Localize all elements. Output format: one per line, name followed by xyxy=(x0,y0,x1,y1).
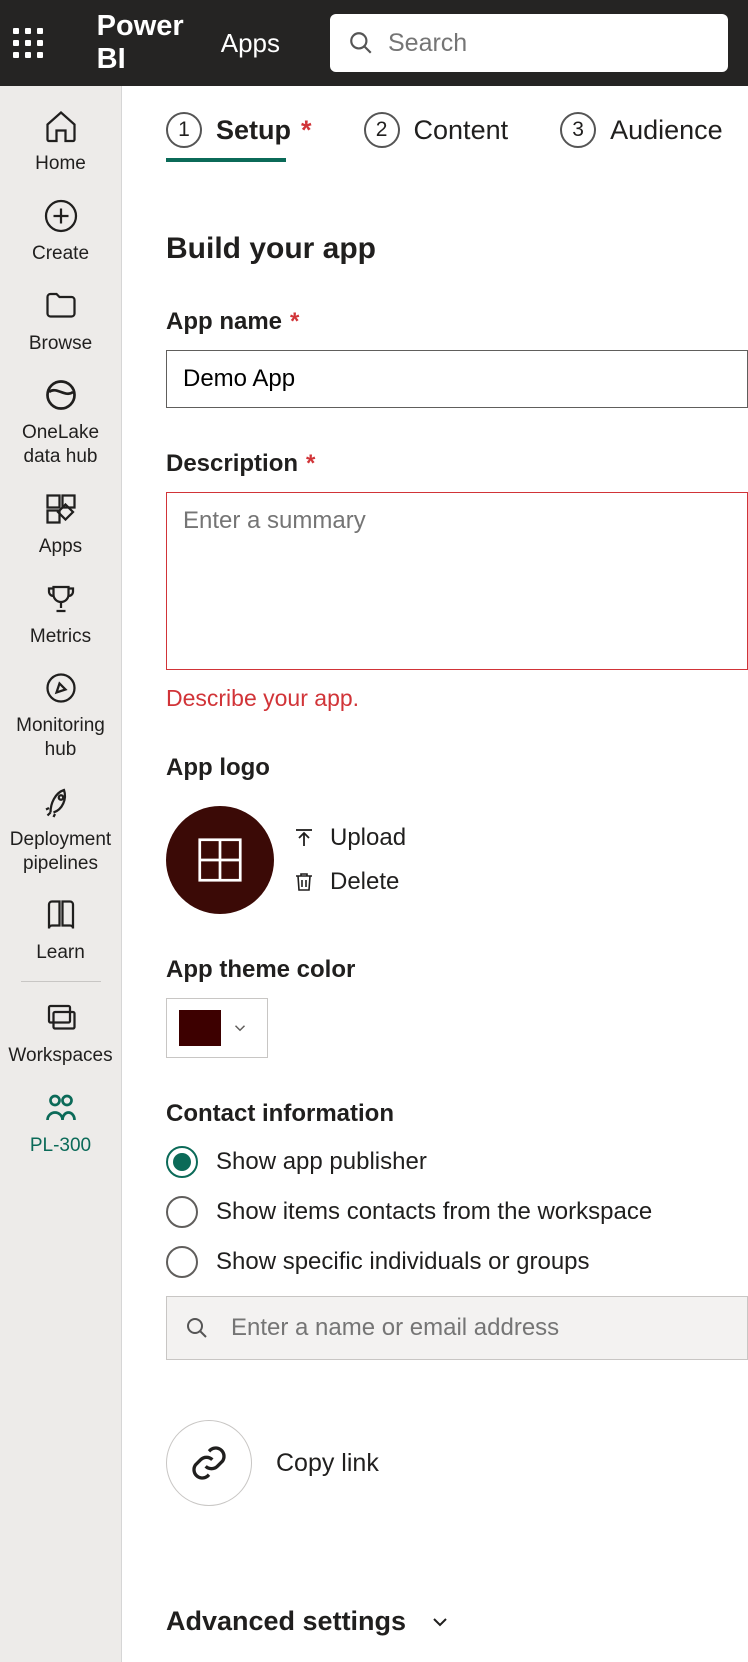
step-audience[interactable]: 3 Audience xyxy=(560,112,723,148)
radio-input[interactable] xyxy=(166,1196,198,1228)
upload-logo-button[interactable]: Upload xyxy=(292,824,406,852)
search-icon xyxy=(185,1316,209,1340)
people-input-field[interactable] xyxy=(231,1314,729,1342)
logo-placeholder-icon xyxy=(193,833,247,887)
delete-logo-button[interactable]: Delete xyxy=(292,868,406,896)
search-input[interactable] xyxy=(388,29,710,58)
contact-radio-publisher[interactable]: Show app publisher xyxy=(166,1146,748,1178)
book-icon xyxy=(43,897,79,933)
nav-separator xyxy=(21,981,101,982)
active-step-underline xyxy=(166,158,286,162)
contact-radio-workspace[interactable]: Show items contacts from the workspace xyxy=(166,1196,748,1228)
step-content[interactable]: 2 Content xyxy=(364,112,509,148)
nav-browse[interactable]: Browse xyxy=(0,276,121,366)
apps-icon xyxy=(43,491,79,527)
people-icon xyxy=(43,1090,79,1126)
app-launcher-icon[interactable] xyxy=(12,21,45,65)
upload-icon xyxy=(292,826,316,850)
step-number: 1 xyxy=(166,112,202,148)
description-label: Description * xyxy=(166,450,748,478)
rocket-icon xyxy=(43,784,79,820)
step-number: 2 xyxy=(364,112,400,148)
topbar: Power BI Apps xyxy=(0,0,748,86)
theme-color-picker[interactable] xyxy=(166,998,268,1058)
chevron-down-icon xyxy=(428,1610,452,1634)
theme-color-label: App theme color xyxy=(166,956,748,984)
left-nav: Home Create Browse OneLake data hub Apps… xyxy=(0,86,122,1662)
workspaces-icon xyxy=(43,1000,79,1036)
contact-label: Contact information xyxy=(166,1100,748,1128)
advanced-settings-toggle[interactable]: Advanced settings xyxy=(166,1606,748,1637)
search-icon xyxy=(348,30,374,56)
brand-label: Power BI xyxy=(97,10,189,76)
main-content: 1 Setup* 2 Content 3 Audience Build your… xyxy=(122,86,748,1662)
nav-workspace-pl300[interactable]: PL-300 xyxy=(0,1078,121,1168)
app-logo-label: App logo xyxy=(166,754,748,782)
page-title: Build your app xyxy=(166,232,748,266)
nav-onelake[interactable]: OneLake data hub xyxy=(0,365,121,479)
globe-icon xyxy=(43,377,79,413)
nav-deployment[interactable]: Deployment pipelines xyxy=(0,772,121,886)
nav-monitoring[interactable]: Monitoring hub xyxy=(0,658,121,772)
home-icon xyxy=(43,108,79,144)
compass-icon xyxy=(43,670,79,706)
nav-learn[interactable]: Learn xyxy=(0,885,121,975)
folder-icon xyxy=(43,288,79,324)
people-picker[interactable] xyxy=(166,1296,748,1360)
copy-link-button[interactable]: Copy link xyxy=(166,1420,748,1506)
trash-icon xyxy=(292,870,316,894)
app-name-label: App name * xyxy=(166,308,748,336)
search-bar[interactable] xyxy=(330,14,728,72)
app-name-input[interactable] xyxy=(166,350,748,408)
section-label[interactable]: Apps xyxy=(221,28,280,59)
plus-circle-icon xyxy=(43,198,79,234)
nav-home[interactable]: Home xyxy=(0,96,121,186)
color-swatch xyxy=(179,1010,221,1046)
link-icon xyxy=(189,1443,229,1483)
app-logo-preview xyxy=(166,806,274,914)
nav-metrics[interactable]: Metrics xyxy=(0,569,121,659)
nav-create[interactable]: Create xyxy=(0,186,121,276)
radio-input[interactable] xyxy=(166,1146,198,1178)
step-number: 3 xyxy=(560,112,596,148)
chevron-down-icon xyxy=(231,1019,249,1037)
nav-workspaces[interactable]: Workspaces xyxy=(0,988,121,1078)
trophy-icon xyxy=(43,581,79,617)
description-error: Describe your app. xyxy=(166,685,748,712)
nav-apps[interactable]: Apps xyxy=(0,479,121,569)
radio-input[interactable] xyxy=(166,1246,198,1278)
contact-radio-specific[interactable]: Show specific individuals or groups xyxy=(166,1246,748,1278)
description-textarea[interactable] xyxy=(166,492,748,670)
step-setup[interactable]: 1 Setup* xyxy=(166,112,312,148)
step-tabs: 1 Setup* 2 Content 3 Audience xyxy=(166,112,748,162)
